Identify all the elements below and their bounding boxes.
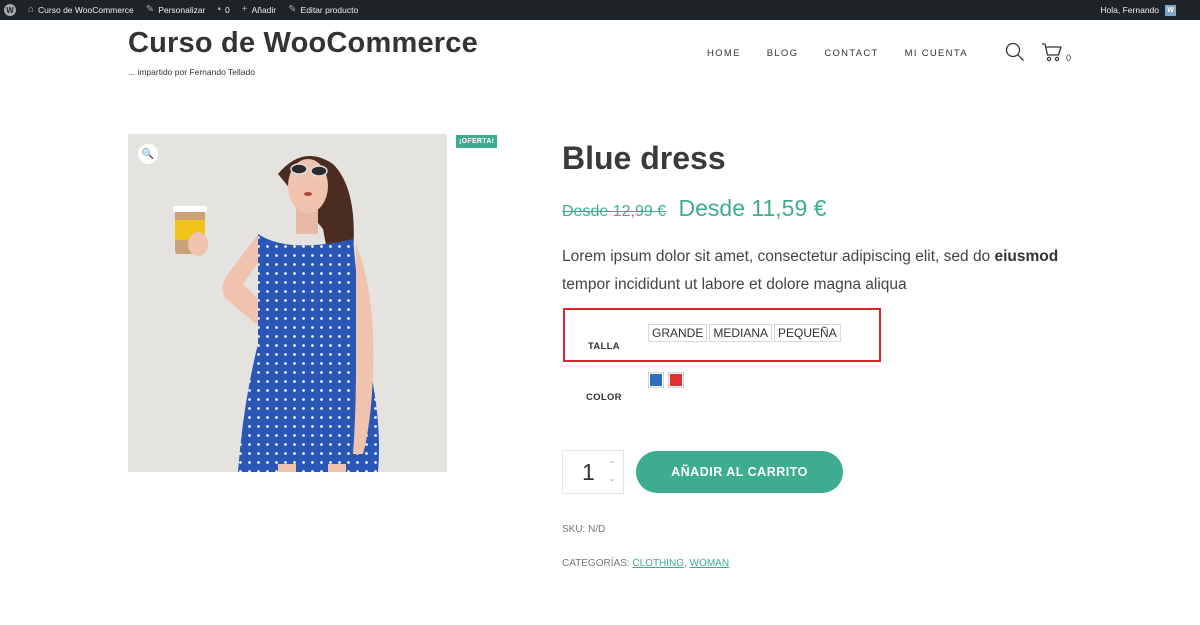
home-icon: ⌂ xyxy=(28,4,35,15)
product-photo xyxy=(128,134,447,472)
admin-account[interactable]: Hola, Fernando W xyxy=(1100,0,1176,20)
size-label: TALLA xyxy=(588,341,620,352)
size-option-small[interactable]: PEQUEÑA xyxy=(774,324,841,342)
categories-meta: CATEGORÍAS: CLOTHING, WOMAN xyxy=(562,558,730,569)
admin-add-new[interactable]: + Añadir xyxy=(241,4,276,16)
chevron-up-icon[interactable]: ⌃ xyxy=(607,459,617,469)
admin-customize[interactable]: ✎ Personalizar xyxy=(145,4,206,16)
admin-bar: W ⌂ Curso de WooCommerce ✎ Personalizar … xyxy=(0,0,1200,20)
swatch-fill xyxy=(670,374,682,386)
sale-badge: ¡OFERTA! xyxy=(456,135,498,148)
sale-price: Desde 11,59 € xyxy=(678,195,827,221)
cart-count: 0 xyxy=(1066,53,1072,63)
search-icon[interactable] xyxy=(1005,42,1025,62)
nav-home[interactable]: HOME xyxy=(707,48,741,59)
main-nav: HOME BLOG CONTACT MI CUENTA xyxy=(707,48,994,59)
admin-comments[interactable]: ▪ 0 xyxy=(217,4,229,16)
nav-my-account[interactable]: MI CUENTA xyxy=(905,48,968,59)
plus-icon: + xyxy=(241,4,248,15)
nav-contact[interactable]: CONTACT xyxy=(824,48,878,59)
add-to-cart-button[interactable]: AÑADIR AL CARRITO xyxy=(636,451,843,493)
product-image[interactable]: 🔍 xyxy=(128,134,447,472)
chevron-down-icon[interactable]: ⌄ xyxy=(607,473,617,483)
pencil-icon: ✎ xyxy=(288,4,297,15)
size-option-large[interactable]: GRANDE xyxy=(648,324,708,342)
admin-edit-product[interactable]: ✎ Editar producto xyxy=(288,4,358,16)
product-short-description: Lorem ipsum dolor sit amet, consectetur … xyxy=(562,248,1059,293)
product-price: Desde 12,99 € Desde 11,59 € xyxy=(562,195,826,222)
site-description: ... impartido por Fernando Tellado xyxy=(128,67,255,77)
zoom-icon[interactable]: 🔍 xyxy=(138,144,158,164)
swatch-fill xyxy=(650,374,662,386)
category-link-clothing[interactable]: CLOTHING xyxy=(632,558,684,569)
size-option-medium[interactable]: MEDIANA xyxy=(709,324,773,342)
category-link-woman[interactable]: WOMAN xyxy=(690,558,729,569)
quantity-value[interactable]: 1 xyxy=(582,459,595,486)
cart-icon[interactable] xyxy=(1041,41,1063,63)
quantity-stepper[interactable]: 1 ⌃ ⌄ xyxy=(562,450,624,494)
admin-site-name[interactable]: ⌂ Curso de WooCommerce xyxy=(28,4,134,16)
nav-blog[interactable]: BLOG xyxy=(767,48,799,59)
size-options: GRANDE MEDIANA PEQUEÑA xyxy=(648,324,843,342)
wordpress-logo-icon[interactable]: W xyxy=(4,4,16,16)
color-swatch-blue[interactable] xyxy=(648,372,664,388)
color-swatch-red[interactable] xyxy=(668,372,684,388)
comment-icon: ▪ xyxy=(217,4,221,15)
color-label: COLOR xyxy=(586,392,622,403)
regular-price: Desde 12,99 € xyxy=(562,203,667,220)
sku-meta: SKU: N/D xyxy=(562,524,606,535)
brush-icon: ✎ xyxy=(145,4,155,15)
site-title[interactable]: Curso de WooCommerce xyxy=(128,27,478,60)
product-title: Blue dress xyxy=(562,140,726,176)
avatar: W xyxy=(1165,4,1176,16)
color-options xyxy=(648,372,688,388)
